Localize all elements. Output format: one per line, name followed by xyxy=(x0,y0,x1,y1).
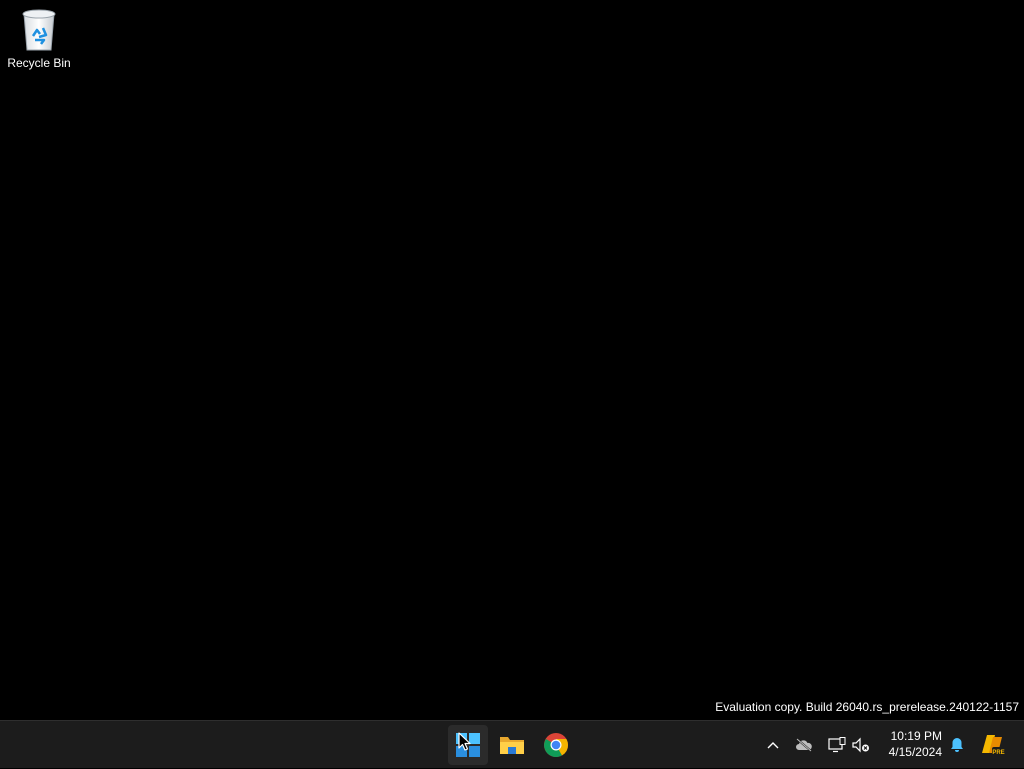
volume-tray-button[interactable] xyxy=(850,721,872,769)
svg-text:PRE: PRE xyxy=(992,750,1004,756)
chevron-up-icon xyxy=(767,742,779,749)
copilot-button[interactable]: PRE xyxy=(976,721,1008,769)
show-hidden-icons-button[interactable] xyxy=(762,721,784,769)
recycle-bin-shortcut[interactable]: Recycle Bin xyxy=(4,4,74,74)
file-explorer-button[interactable] xyxy=(492,725,532,765)
notification-bell-icon xyxy=(951,738,963,752)
folder-icon xyxy=(500,737,524,754)
network-tray-button[interactable] xyxy=(826,721,848,769)
chrome-button[interactable] xyxy=(536,725,576,765)
volume-muted-icon xyxy=(852,737,869,753)
start-button[interactable] xyxy=(448,725,488,765)
onedrive-tray-button[interactable] xyxy=(792,721,816,769)
clock[interactable]: 10:19 PM 4/15/2024 xyxy=(872,728,942,760)
clock-time: 10:19 PM xyxy=(890,729,942,743)
recycle-bin-label: Recycle Bin xyxy=(7,56,71,70)
desktop[interactable]: Recycle Bin Evaluation copy. Build 26040… xyxy=(0,0,1024,720)
clock-date: 4/15/2024 xyxy=(888,745,942,759)
chrome-icon xyxy=(544,733,568,758)
copilot-pre-icon: PRE xyxy=(982,735,1005,756)
evaluation-watermark: Evaluation copy. Build 26040.rs_prerelea… xyxy=(715,700,1019,714)
network-icon xyxy=(828,737,846,753)
recycle-bin-icon xyxy=(22,9,56,51)
notifications-button[interactable] xyxy=(946,721,968,769)
onedrive-offline-icon xyxy=(796,738,812,752)
taskbar: 10:19 PM 4/15/2024 PRE xyxy=(0,720,1024,768)
windows-logo-icon xyxy=(456,733,480,757)
